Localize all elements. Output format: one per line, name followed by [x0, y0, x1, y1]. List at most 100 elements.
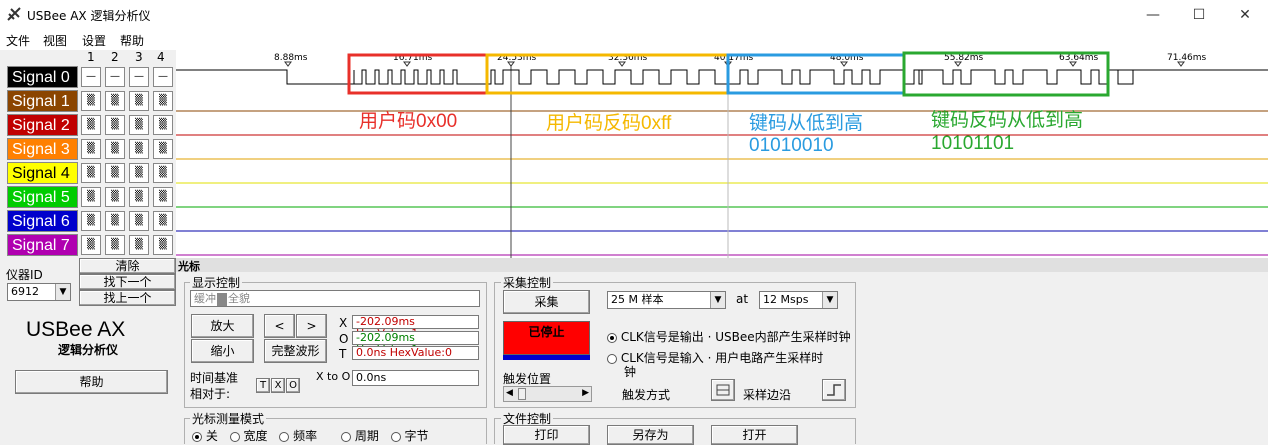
trigger-cell-1-3[interactable]: ▒: [129, 91, 149, 111]
device-id-select[interactable]: 6912 ▼: [7, 283, 71, 301]
menu-file[interactable]: 文件: [6, 32, 30, 49]
cursor-mode-options: 关 宽度 频率 周期 字节: [192, 427, 429, 444]
trigger-cell-2-1[interactable]: ▒: [81, 115, 101, 135]
trigger-cell-6-2[interactable]: ▒: [105, 211, 125, 231]
trigger-cell-4-1[interactable]: ▒: [81, 163, 101, 183]
trigger-cell-7-2[interactable]: ▒: [105, 235, 125, 255]
key-code-box: [726, 53, 906, 95]
clk-in-option[interactable]: CLK信号是输入 · 用户电路产生采样时: [607, 349, 823, 366]
trigger-cell-0-3[interactable]: —: [129, 67, 149, 87]
trigger-cell-0-1[interactable]: —: [81, 67, 101, 87]
trigger-cell-2-3[interactable]: ▒: [129, 115, 149, 135]
trigger-cell-5-1[interactable]: ▒: [81, 187, 101, 207]
app-logo-icon: [6, 6, 22, 22]
trigger-cell-5-2[interactable]: ▒: [105, 187, 125, 207]
radio-clk-out[interactable]: [607, 332, 617, 343]
clear-button[interactable]: 清除: [79, 258, 176, 274]
collect-button[interactable]: 采集: [503, 290, 590, 314]
menu-settings[interactable]: 设置: [82, 32, 106, 49]
buffer-label: 缓冲: [194, 292, 216, 305]
radio-byte-label: 字节: [404, 429, 429, 443]
radio-period[interactable]: [341, 431, 352, 442]
radio-width[interactable]: [229, 431, 240, 442]
trigger-cell-7-1[interactable]: ▒: [81, 235, 101, 255]
trigger-cell-2-4[interactable]: ▒: [153, 115, 173, 135]
signal-label-3[interactable]: Signal 3: [7, 138, 78, 160]
waveform-canvas[interactable]: 8.88ms 16.71ms 24.53ms 32.36ms 40.17ms 48.0ms…: [176, 50, 1268, 258]
signal-label-2[interactable]: Signal 2: [7, 114, 78, 136]
trigger-cell-4-2[interactable]: ▒: [105, 163, 125, 183]
trigger-mode-button[interactable]: [711, 379, 735, 401]
full-waveform-button[interactable]: 完整波形: [264, 339, 327, 363]
find-next-button[interactable]: 找下一个: [79, 274, 176, 290]
slider-left-icon[interactable]: ◀: [506, 388, 513, 398]
trigger-cell-2-2[interactable]: ▒: [105, 115, 125, 135]
trigger-cell-0-4[interactable]: —: [153, 67, 173, 87]
trigger-cell-0-2[interactable]: —: [105, 67, 125, 87]
trigger-cell-7-4[interactable]: ▒: [153, 235, 173, 255]
trigger-cell-4-3[interactable]: ▒: [129, 163, 149, 183]
chevron-down-icon[interactable]: ▼: [55, 284, 70, 300]
signal-label-1[interactable]: Signal 1: [7, 90, 78, 112]
sample-rate-select[interactable]: 12 Msps ▼: [759, 291, 838, 309]
trigger-cell-6-3[interactable]: ▒: [129, 211, 149, 231]
trigger-cell-5-4[interactable]: ▒: [153, 187, 173, 207]
menu-view[interactable]: 视图: [43, 32, 67, 49]
trigger-position-label: 触发位置: [503, 372, 552, 386]
signal-label-6[interactable]: Signal 6: [7, 210, 78, 232]
trigger-cell-6-1[interactable]: ▒: [81, 211, 101, 231]
save-as-button[interactable]: 另存为: [607, 425, 694, 445]
trigger-cell-1-2[interactable]: ▒: [105, 91, 125, 111]
radio-byte[interactable]: [390, 431, 401, 442]
signal-label-5[interactable]: Signal 5: [7, 186, 78, 208]
signal-label-7[interactable]: Signal 7: [7, 234, 78, 256]
print-button[interactable]: 打印: [503, 425, 590, 445]
menu-help[interactable]: 帮助: [120, 32, 144, 49]
minimize-button[interactable]: —: [1130, 0, 1176, 30]
column-header-3: 3: [135, 50, 143, 64]
timebase-t-button[interactable]: T: [256, 378, 270, 393]
radio-off[interactable]: [192, 431, 202, 442]
signal-label-4[interactable]: Signal 4: [7, 162, 78, 184]
trigger-cell-3-2[interactable]: ▒: [105, 139, 125, 159]
help-button[interactable]: 帮助: [15, 370, 168, 394]
trigger-cell-3-3[interactable]: ▒: [129, 139, 149, 159]
sample-count-select[interactable]: 25 M 样本 ▼: [607, 291, 726, 309]
slider-thumb[interactable]: [518, 388, 526, 400]
column-header-1: 1: [87, 50, 95, 64]
scroll-right-button[interactable]: >: [296, 314, 327, 338]
timebase-o-button[interactable]: O: [286, 378, 300, 393]
trigger-cell-4-4[interactable]: ▒: [153, 163, 173, 183]
close-button[interactable]: ✕: [1222, 0, 1268, 30]
find-prev-button[interactable]: 找上一个: [79, 290, 176, 306]
radio-clk-in[interactable]: [607, 353, 617, 364]
trigger-cell-7-3[interactable]: ▒: [129, 235, 149, 255]
trigger-cell-6-4[interactable]: ▒: [153, 211, 173, 231]
slider-right-icon[interactable]: ▶: [582, 388, 589, 398]
maximize-button[interactable]: ☐: [1176, 0, 1222, 30]
timebase-x-button[interactable]: X: [271, 378, 285, 393]
trigger-position-slider[interactable]: ◀ ▶: [503, 386, 592, 402]
chevron-down-icon[interactable]: ▼: [710, 292, 725, 308]
trigger-cell-5-3[interactable]: ▒: [129, 187, 149, 207]
menu-bar: 文件 视图 设置 帮助: [0, 30, 1268, 50]
waveform-area[interactable]: 8.88ms 16.71ms 24.53ms 32.36ms 40.17ms 48.0ms…: [176, 50, 1268, 258]
trigger-cell-3-4[interactable]: ▒: [153, 139, 173, 159]
zoom-in-button[interactable]: 放大: [191, 314, 254, 338]
chevron-down-icon[interactable]: ▼: [822, 292, 837, 308]
clk-in-label-cont: 钟: [624, 365, 637, 379]
time-label-8: 71.46ms: [1167, 53, 1207, 63]
open-button[interactable]: 打开: [711, 425, 798, 445]
trigger-cell-3-1[interactable]: ▒: [81, 139, 101, 159]
trigger-cell-1-4[interactable]: ▒: [153, 91, 173, 111]
clk-out-option[interactable]: CLK信号是输出 · USBee内部产生采样时钟: [607, 328, 851, 345]
cursor-x-value: -202.09ms HexValue:1: [352, 315, 479, 340]
trigger-mode-label: 触发方式: [622, 388, 671, 402]
x-to-o-label: X to O: [316, 370, 351, 383]
signal-label-0[interactable]: Signal 0: [7, 66, 78, 88]
scroll-left-button[interactable]: <: [264, 314, 295, 338]
zoom-out-button[interactable]: 缩小: [191, 339, 254, 363]
trigger-cell-1-1[interactable]: ▒: [81, 91, 101, 111]
radio-frequency[interactable]: [279, 431, 290, 442]
sample-edge-button[interactable]: [822, 379, 846, 401]
